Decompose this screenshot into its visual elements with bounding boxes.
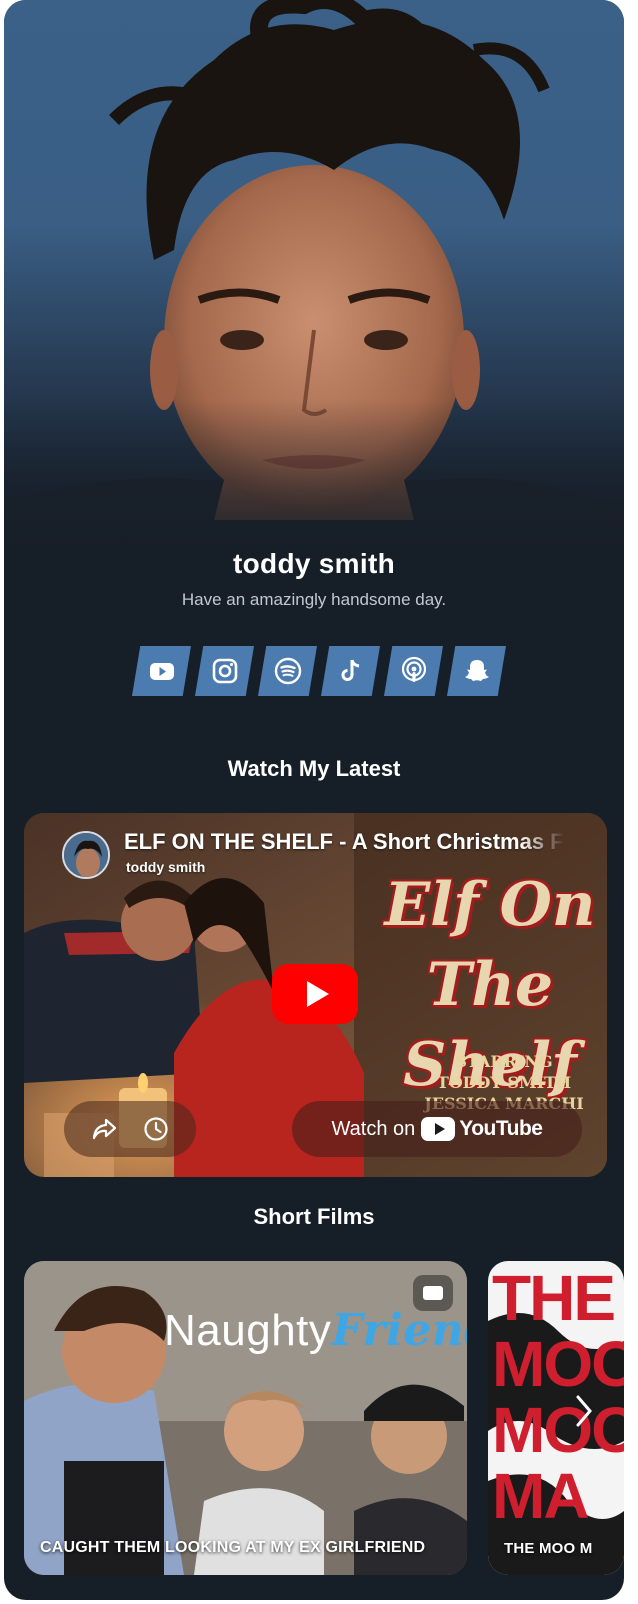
short-film-title-line: THE bbox=[492, 1262, 616, 1334]
share-icon[interactable] bbox=[90, 1115, 118, 1143]
spotify-icon bbox=[274, 657, 301, 685]
link-page: toddy smith Have an amazingly handsome d… bbox=[4, 0, 624, 1600]
social-links bbox=[132, 646, 512, 696]
profile-portrait bbox=[4, 0, 624, 560]
profile-name: toddy smith bbox=[233, 548, 395, 579]
watch-on-label: Watch on bbox=[331, 1117, 416, 1140]
short-film-caption: THE MOO M bbox=[504, 1540, 593, 1557]
watch-later-icon[interactable] bbox=[142, 1115, 170, 1143]
instagram-link[interactable] bbox=[195, 646, 254, 696]
tiktok-icon bbox=[341, 659, 359, 681]
hero-photo bbox=[4, 0, 624, 560]
short-film-logo: NaughtyFriend bbox=[164, 1305, 467, 1356]
section-title-short-films: Short Films bbox=[253, 1204, 375, 1229]
thumbnail-title-line: Elf On bbox=[384, 870, 596, 940]
chevron-right-icon[interactable] bbox=[574, 1391, 594, 1431]
youtube-icon bbox=[149, 663, 174, 680]
short-film-title-line: MOO bbox=[492, 1328, 624, 1400]
short-film-title-art: THE MOO MOO MA bbox=[492, 1265, 624, 1529]
short-film-logo-word: Naughty bbox=[164, 1306, 332, 1355]
youtube-play-icon bbox=[421, 1117, 456, 1141]
short-film-card[interactable]: NaughtyFriend CAUGHT THEM LOOKING AT MY … bbox=[24, 1261, 467, 1575]
spotify-link[interactable] bbox=[258, 646, 317, 696]
video-title[interactable]: ELF ON THE SHELF - A Short Christmas F bbox=[124, 829, 564, 855]
snapchat-icon bbox=[464, 660, 489, 681]
credit-line: STARRING bbox=[455, 1052, 553, 1071]
video-icon bbox=[413, 1275, 453, 1311]
play-button[interactable] bbox=[272, 964, 358, 1024]
profile-bio: Have an amazingly handsome day. bbox=[181, 590, 447, 609]
short-film-logo-word: Friend bbox=[331, 1305, 467, 1356]
podcast-icon bbox=[401, 656, 426, 682]
youtube-wordmark: YouTube bbox=[459, 1117, 543, 1140]
short-film-title-line: MA bbox=[492, 1460, 590, 1532]
youtube-logo: YouTube bbox=[421, 1117, 543, 1141]
podcast-link[interactable] bbox=[384, 646, 443, 696]
instagram-icon bbox=[212, 658, 237, 684]
tiktok-link[interactable] bbox=[321, 646, 380, 696]
watch-on-youtube-button[interactable]: Watch on YouTube bbox=[292, 1101, 582, 1157]
youtube-link[interactable] bbox=[132, 646, 191, 696]
video-actions bbox=[64, 1101, 196, 1157]
channel-avatar[interactable] bbox=[62, 831, 110, 879]
short-film-card[interactable]: THE MOO MOO MA THE MOO M bbox=[488, 1261, 624, 1575]
short-film-caption: CAUGHT THEM LOOKING AT MY EX GIRLFRIEND bbox=[40, 1539, 426, 1556]
section-title-latest: Watch My Latest bbox=[227, 756, 401, 781]
short-film-title-line: MOO bbox=[492, 1394, 624, 1466]
credit-line: TODDY SMITH bbox=[436, 1073, 572, 1092]
youtube-embed[interactable]: ELF ON THE SHELF - A Short Christmas F t… bbox=[24, 813, 607, 1177]
video-channel[interactable]: toddy smith bbox=[126, 859, 205, 875]
snapchat-link[interactable] bbox=[447, 646, 506, 696]
